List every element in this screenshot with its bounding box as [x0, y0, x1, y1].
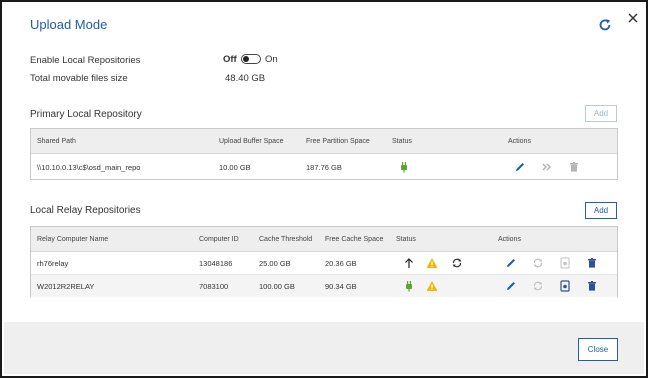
col-computer-id: Computer ID: [199, 236, 239, 243]
total-movable-value: 48.40 GB: [225, 73, 266, 84]
edit-pencil-icon[interactable]: [514, 161, 526, 173]
col-status: Status: [392, 138, 412, 145]
cache-threshold-cell: 25.00 GB: [259, 259, 291, 268]
col-actions: Actions: [498, 236, 521, 243]
plug-connected-icon: [398, 161, 410, 173]
table-row: W2012R2RELAY 7083100 100.00 GB 90.34 GB: [31, 275, 617, 297]
table-header: Relay Computer Name Computer ID Cache Th…: [31, 227, 617, 252]
add-primary-button[interactable]: Add: [585, 105, 617, 122]
close-button[interactable]: Close: [578, 338, 618, 361]
refresh-icon[interactable]: [598, 18, 612, 32]
edit-pencil-icon[interactable]: [505, 257, 517, 269]
content-disabled-icon[interactable]: [559, 257, 571, 269]
sync-icon: [451, 257, 463, 269]
free-cache-cell: 20.36 GB: [325, 259, 357, 268]
toggle-off-label: Off: [223, 54, 237, 65]
col-status: Status: [396, 236, 416, 243]
relay-repositories-title: Local Relay Repositories: [30, 205, 141, 216]
col-shared-path: Shared Path: [37, 138, 76, 145]
free-cache-cell: 90.34 GB: [325, 282, 357, 291]
total-movable-label: Total movable files size: [30, 73, 128, 84]
dialog-footer: [4, 322, 644, 374]
col-upload-buffer: Upload Buffer Space: [219, 138, 284, 145]
col-free-cache: Free Cache Space: [325, 236, 384, 243]
dialog-title: Upload Mode: [30, 17, 108, 32]
primary-repository-table: Shared Path Upload Buffer Space Free Par…: [30, 128, 618, 180]
enable-local-repositories-label: Enable Local Repositories: [30, 55, 141, 66]
table-row: \\10.10.0.13\c$\osd_main_repo 10.00 GB 1…: [31, 154, 617, 180]
relay-name-cell: W2012R2RELAY: [37, 282, 95, 291]
edit-pencil-icon[interactable]: [505, 280, 517, 292]
delete-trash-icon[interactable]: [586, 280, 598, 292]
cache-threshold-cell: 100.00 GB: [259, 282, 295, 291]
close-icon[interactable]: [627, 11, 639, 23]
warning-icon: [426, 257, 438, 269]
sync-disabled-icon[interactable]: [532, 280, 544, 292]
arrow-up-icon: [403, 257, 415, 269]
table-row: rh76relay 13048186 25.00 GB 20.36 GB: [31, 252, 617, 275]
relay-name-cell: rh76relay: [37, 259, 69, 268]
table-header: Shared Path Upload Buffer Space Free Par…: [31, 129, 617, 154]
free-partition-cell: 187.76 GB: [306, 163, 342, 172]
col-relay-name: Relay Computer Name: [37, 236, 109, 243]
col-free-partition: Free Partition Space: [306, 138, 370, 145]
move-double-chevron-icon[interactable]: [541, 161, 553, 173]
upload-buffer-cell: 10.00 GB: [219, 163, 251, 172]
add-relay-button[interactable]: Add: [585, 202, 617, 219]
relay-repositories-table: Relay Computer Name Computer ID Cache Th…: [30, 226, 618, 297]
computer-id-cell: 13048186: [199, 259, 233, 268]
enable-repositories-toggle[interactable]: [241, 54, 261, 64]
delete-trash-icon[interactable]: [568, 161, 580, 173]
computer-id-cell: 7083100: [199, 282, 229, 291]
content-icon[interactable]: [559, 280, 571, 292]
primary-repository-title: Primary Local Repository: [30, 109, 142, 120]
toggle-on-label: On: [265, 54, 278, 65]
col-cache-threshold: Cache Threshold: [259, 236, 313, 243]
toggle-knob: [243, 56, 249, 62]
col-actions: Actions: [508, 138, 531, 145]
shared-path-cell: \\10.10.0.13\c$\osd_main_repo: [37, 163, 141, 172]
warning-icon: [426, 280, 438, 292]
plug-connected-icon: [403, 280, 415, 292]
delete-trash-icon[interactable]: [586, 257, 598, 269]
sync-disabled-icon[interactable]: [532, 257, 544, 269]
